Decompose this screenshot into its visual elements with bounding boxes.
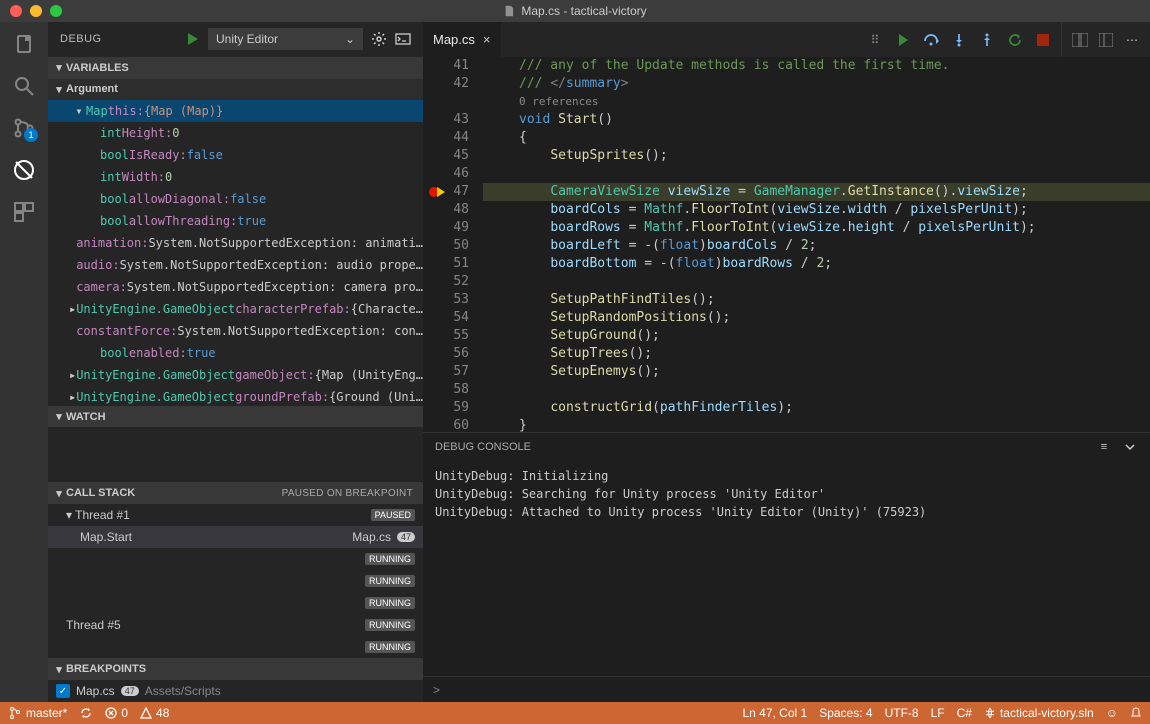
variables-section-header[interactable]: ▾VARIABLES	[48, 57, 423, 79]
checkbox-icon[interactable]: ✓	[56, 684, 70, 698]
variable-row[interactable]: ▾Map this: {Map (Map)}	[48, 100, 423, 122]
eol-item[interactable]: LF	[931, 706, 945, 720]
scm-badge: 1	[24, 128, 38, 142]
breakpoints-body[interactable]: ✓Map.cs47Assets/Scripts	[48, 680, 423, 702]
callstack-row[interactable]: RUNNING	[48, 636, 423, 658]
watch-section-header[interactable]: ▾WATCH	[48, 406, 423, 428]
breakpoints-section-header[interactable]: ▾BREAKPOINTS	[48, 658, 423, 680]
callstack-body[interactable]: ▾ Thread #1PAUSEDMap.StartMap.cs47RUNNIN…	[48, 504, 423, 658]
sync-item[interactable]	[79, 706, 93, 720]
stop-button[interactable]	[1035, 32, 1051, 48]
errors-item[interactable]: 0	[105, 706, 128, 720]
layout-icon[interactable]	[1098, 32, 1114, 48]
continue-button[interactable]	[895, 32, 911, 48]
debug-sidebar: DEBUG Unity Editor ⌄ ▾VARIABLES ▾Argumen…	[48, 22, 423, 702]
more-icon[interactable]: ⋯	[1124, 32, 1140, 48]
restart-button[interactable]	[1007, 32, 1023, 48]
language-item[interactable]: C#	[957, 706, 972, 720]
variable-row[interactable]: constantForce: System.NotSupportedExcept…	[48, 320, 423, 342]
window-maximize-button[interactable]	[50, 5, 62, 17]
close-icon[interactable]: ×	[483, 32, 491, 47]
warnings-item[interactable]: 48	[140, 706, 169, 720]
variable-row[interactable]: animation: System.NotSupportedException:…	[48, 232, 423, 254]
branch-item[interactable]: master*	[8, 706, 67, 720]
cursor-position[interactable]: Ln 47, Col 1	[742, 706, 807, 720]
variable-row[interactable]: ▸UnityEngine.GameObject characterPrefab:…	[48, 298, 423, 320]
start-debug-button[interactable]	[184, 31, 200, 47]
callstack-row[interactable]: Thread #5RUNNING	[48, 614, 423, 636]
debug-config-label: Unity Editor	[216, 32, 278, 46]
console-output[interactable]: UnityDebug: InitializingUnityDebug: Sear…	[423, 461, 1150, 527]
tab-bar: Map.cs × ⠿ ⋯	[423, 22, 1150, 57]
variable-row[interactable]: int Height: 0	[48, 122, 423, 144]
variable-row[interactable]: ▸UnityEngine.GameObject gameObject: {Map…	[48, 364, 423, 386]
source-control-icon[interactable]: 1	[12, 116, 36, 140]
variables-tree[interactable]: ▾Map this: {Map (Map)}int Height: 0bool …	[48, 100, 423, 405]
variable-row[interactable]: bool allowDiagonal: false	[48, 188, 423, 210]
callstack-row[interactable]: RUNNING	[48, 548, 423, 570]
code-editor[interactable]: 4142434445464748495051525354555657585960…	[423, 57, 1150, 432]
console-line: UnityDebug: Attached to Unity process 'U…	[435, 503, 1138, 521]
chevron-updown-icon: ⌄	[345, 32, 355, 46]
callstack-section-header[interactable]: ▾CALL STACKPAUSED ON BREAKPOINT	[48, 482, 423, 504]
variable-row[interactable]: bool IsReady: false	[48, 144, 423, 166]
bell-icon[interactable]	[1130, 707, 1142, 719]
variable-row[interactable]: int Width: 0	[48, 166, 423, 188]
debug-icon[interactable]	[12, 158, 36, 182]
breakpoint-row[interactable]: ✓Map.cs47Assets/Scripts	[48, 680, 423, 702]
window-title: Map.cs - tactical-victory	[521, 4, 646, 18]
gear-icon[interactable]	[371, 31, 387, 47]
variable-row[interactable]: bool allowThreading: true	[48, 210, 423, 232]
debug-console-panel: DEBUG CONSOLE ≡ UnityDebug: Initializing…	[423, 432, 1150, 702]
indent-item[interactable]: Spaces: 4	[819, 706, 872, 720]
tab-label: Map.cs	[433, 32, 475, 47]
debug-toolbar: ⠿	[867, 32, 1061, 48]
debug-config-select[interactable]: Unity Editor ⌄	[208, 28, 363, 50]
activity-bar: 1	[0, 22, 48, 702]
window-close-button[interactable]	[10, 5, 22, 17]
execution-arrow-icon	[437, 187, 445, 197]
sidebar-title: DEBUG	[60, 33, 102, 45]
step-into-button[interactable]	[951, 32, 967, 48]
extensions-icon[interactable]	[12, 200, 36, 224]
step-out-button[interactable]	[979, 32, 995, 48]
explorer-icon[interactable]	[12, 32, 36, 56]
file-icon	[503, 5, 515, 17]
split-editor-icon[interactable]	[1072, 32, 1088, 48]
search-icon[interactable]	[12, 74, 36, 98]
solution-item[interactable]: tactical-victory.sln	[984, 706, 1094, 720]
feedback-icon[interactable]: ☺	[1106, 706, 1118, 720]
watch-body[interactable]	[48, 427, 423, 482]
tab-map-cs[interactable]: Map.cs ×	[423, 22, 501, 57]
variable-row[interactable]: bool enabled: true	[48, 342, 423, 364]
callstack-row[interactable]: RUNNING	[48, 592, 423, 614]
callstack-row[interactable]: Map.StartMap.cs47	[48, 526, 423, 548]
window-minimize-button[interactable]	[30, 5, 42, 17]
console-input[interactable]: >	[423, 676, 1150, 702]
callstack-row[interactable]: RUNNING	[48, 570, 423, 592]
variable-row[interactable]: camera: System.NotSupportedException: ca…	[48, 276, 423, 298]
variable-row[interactable]: ▸UnityEngine.GameObject groundPrefab: {G…	[48, 386, 423, 405]
editor-area: Map.cs × ⠿ ⋯ 414243444546474849505152535…	[423, 22, 1150, 702]
drag-handle-icon[interactable]: ⠿	[867, 32, 883, 48]
variable-row[interactable]: audio: System.NotSupportedException: aud…	[48, 254, 423, 276]
callstack-row[interactable]: ▾ Thread #1PAUSED	[48, 504, 423, 526]
console-line: UnityDebug: Searching for Unity process …	[435, 485, 1138, 503]
titlebar: Map.cs - tactical-victory	[0, 0, 1150, 22]
console-line: UnityDebug: Initializing	[435, 467, 1138, 485]
argument-section-header[interactable]: ▾Argument	[48, 79, 423, 101]
filter-icon[interactable]: ≡	[1096, 439, 1112, 455]
step-over-button[interactable]	[923, 32, 939, 48]
status-bar: master* 0 48 Ln 47, Col 1 Spaces: 4 UTF-…	[0, 702, 1150, 724]
panel-title: DEBUG CONSOLE	[435, 441, 531, 453]
console-icon[interactable]	[395, 31, 411, 47]
chevron-down-icon[interactable]	[1122, 439, 1138, 455]
encoding-item[interactable]: UTF-8	[885, 706, 919, 720]
